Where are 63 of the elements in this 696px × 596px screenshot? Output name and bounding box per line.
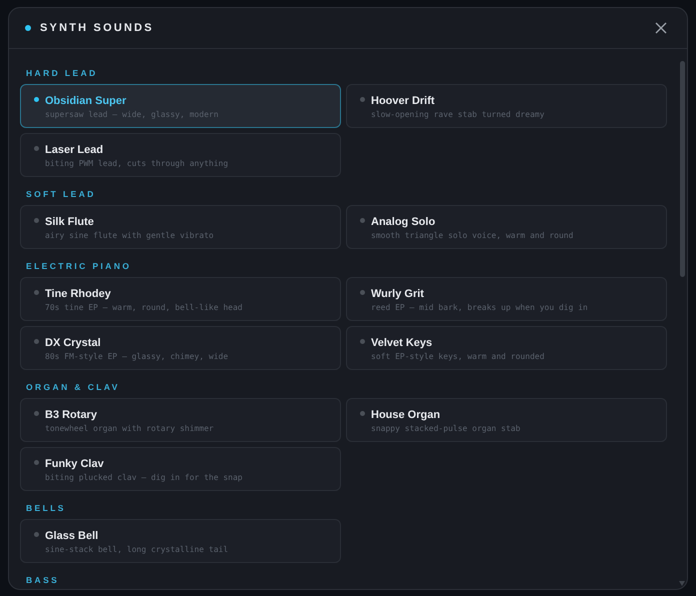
preset-name: Glass Bell <box>45 529 100 543</box>
dialog-title: SYNTH SOUNDS <box>40 22 155 34</box>
preset-card[interactable]: B3 Rotary tonewheel organ with rotary shimmer <box>20 398 341 442</box>
dot-icon <box>360 97 365 102</box>
section-heading: ELECTRIC PIANO <box>26 260 132 272</box>
dot-icon <box>360 290 365 295</box>
preset-name: B3 Rotary <box>45 408 98 422</box>
preset-name: Hoover Drift <box>371 94 436 108</box>
preset-name: Obsidian Super <box>45 94 128 108</box>
preset-name: Analog Solo <box>371 215 436 229</box>
dot-icon <box>34 97 39 102</box>
preset-name: Velvet Keys <box>371 336 434 350</box>
preset-description: 80s FM-style EP — glassy, chimey, wide <box>45 352 228 362</box>
preset-card[interactable]: Velvet Keys soft EP-style keys, warm and rounded <box>346 326 667 370</box>
preset-name: DX Crystal <box>45 336 102 350</box>
scrollbar-thumb[interactable] <box>680 61 685 277</box>
preset-description: 70s tine EP — warm, round, bell-like head <box>45 303 242 313</box>
dot-icon <box>34 146 39 151</box>
section-heading: ORGAN & CLAV <box>26 381 121 393</box>
preset-card[interactable]: Funky Clav biting plucked clav — dig in for the snap <box>20 447 341 491</box>
dot-icon <box>34 532 39 537</box>
preset-name: Silk Flute <box>45 215 95 229</box>
preset-description: biting PWM lead, cuts through anything <box>45 159 228 169</box>
preset-description: tonewheel organ with rotary shimmer <box>45 424 214 434</box>
dot-icon <box>360 411 365 416</box>
preset-card[interactable]: Analog Solo smooth triangle solo voice, warm and round <box>346 205 667 249</box>
preset-card[interactable]: Laser Lead biting PWM lead, cuts through anything <box>20 133 341 177</box>
dot-icon <box>360 339 365 344</box>
preset-name: Funky Clav <box>45 457 105 471</box>
scroll-down-icon[interactable] <box>679 581 685 586</box>
status-dot-icon <box>25 25 31 31</box>
preset-card[interactable]: Tine Rhodey 70s tine EP — warm, round, bell-like head <box>20 277 341 321</box>
preset-description: reed EP — mid bark, breaks up when you dig in <box>371 303 588 313</box>
dot-icon <box>34 339 39 344</box>
section-heading: BASS <box>26 574 60 586</box>
dot-icon <box>34 460 39 465</box>
preset-card[interactable]: Hoover Drift slow-opening rave stab turned dreamy <box>346 84 667 128</box>
preset-name: Tine Rhodey <box>45 287 112 301</box>
section-heading: HARD LEAD <box>26 67 99 79</box>
dot-icon <box>360 218 365 223</box>
preset-name: Wurly Grit <box>371 287 425 301</box>
preset-card[interactable]: House Organ snappy stacked-pulse organ stab <box>346 398 667 442</box>
preset-description: slow-opening rave stab turned dreamy <box>371 110 544 120</box>
dot-icon <box>34 290 39 295</box>
section-heading: SOFT LEAD <box>26 188 97 200</box>
preset-name: Laser Lead <box>45 143 104 157</box>
preset-card[interactable]: Wurly Grit reed EP — mid bark, breaks up when you dig in <box>346 277 667 321</box>
preset-description: sine-stack bell, long crystalline tail <box>45 545 228 555</box>
dot-icon <box>34 218 39 223</box>
preset-description: snappy stacked-pulse organ stab <box>371 424 520 434</box>
preset-description: airy sine flute with gentle vibrato <box>45 231 214 241</box>
preset-description: soft EP-style keys, warm and rounded <box>371 352 544 362</box>
preset-description: supersaw lead — wide, glassy, modern <box>45 110 218 120</box>
preset-card[interactable]: Glass Bell sine-stack bell, long crystalline tail <box>20 519 341 563</box>
preset-description: smooth triangle solo voice, warm and round <box>371 231 574 241</box>
preset-card[interactable]: Silk Flute airy sine flute with gentle vibrato <box>20 205 341 249</box>
section-heading: BELLS <box>26 502 67 514</box>
preset-description: biting plucked clav — dig in for the snap <box>45 473 242 483</box>
close-icon[interactable] <box>655 22 667 34</box>
preset-card[interactable]: Obsidian Super supersaw lead — wide, glassy, modern <box>20 84 341 128</box>
preset-name: House Organ <box>371 408 442 422</box>
preset-card[interactable]: DX Crystal 80s FM-style EP — glassy, chimey, wide <box>20 326 341 370</box>
dot-icon <box>34 411 39 416</box>
